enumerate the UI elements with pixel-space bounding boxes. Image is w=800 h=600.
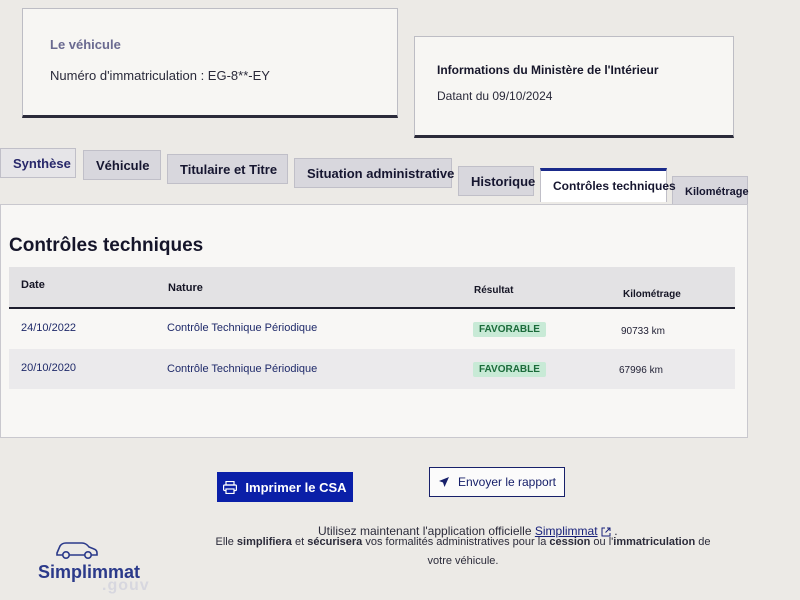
logo-gouv: .gouv xyxy=(102,577,150,594)
tab-historique[interactable]: Historique xyxy=(458,166,535,196)
send-arrow-icon xyxy=(438,477,449,487)
row-nature: Contrôle Technique Périodique xyxy=(167,363,318,375)
row-km: 67996 km xyxy=(619,365,663,376)
vehicle-info-card: Le véhicule Numéro d'immatriculation : E… xyxy=(22,8,398,118)
benefit-bold-cession: cession xyxy=(549,536,591,548)
benefit-bold-simplifiera: simplifiera xyxy=(236,536,292,548)
ministry-card-title: Informations du Ministère de l'Intérieur xyxy=(437,63,659,77)
inspections-table: Date Nature Résultat Kilométrage 24/10/2… xyxy=(9,267,735,389)
app-benefits-text: Elle simplifiera et sécurisera vos forma… xyxy=(208,533,718,571)
tab-situation-administrative[interactable]: Situation administrative xyxy=(294,158,454,188)
ministry-date: Datant du 09/10/2024 xyxy=(437,89,553,103)
column-header-nature: Nature xyxy=(168,282,203,294)
technical-inspections-panel: Contrôles techniques Date Nature Résulta… xyxy=(0,204,748,438)
tab-titulaire-titre[interactable]: Titulaire et Titre xyxy=(167,154,288,184)
benefit-text-part: vos formalités administratives pour la xyxy=(365,536,547,548)
table-row: 24/10/2022 Contrôle Technique Périodique… xyxy=(9,309,735,349)
print-csa-label: Imprimer le CSA xyxy=(245,479,347,495)
table-row: 20/10/2020 Contrôle Technique Périodique… xyxy=(9,349,735,389)
column-header-result: Résultat xyxy=(474,285,514,296)
tab-synthese[interactable]: Synthèse xyxy=(0,148,76,178)
tab-vehicule[interactable]: Véhicule xyxy=(83,150,161,180)
result-badge: FAVORABLE xyxy=(473,362,546,377)
result-badge: FAVORABLE xyxy=(473,322,546,337)
benefit-text-part: et xyxy=(295,536,305,548)
benefit-bold-immatriculation: immatriculation xyxy=(613,536,696,548)
print-csa-button[interactable]: Imprimer le CSA xyxy=(217,472,353,502)
row-nature: Contrôle Technique Périodique xyxy=(167,322,318,334)
simplimmat-logo: Simplimmat .gouv xyxy=(30,536,170,596)
panel-title: Contrôles techniques xyxy=(9,235,204,256)
row-date: 24/10/2022 xyxy=(21,322,77,334)
table-header: Date Nature Résultat Kilométrage xyxy=(9,267,735,309)
benefit-bold-securisera: sécurisera xyxy=(307,536,363,548)
send-report-button[interactable]: Envoyer le rapport xyxy=(429,467,565,497)
row-date: 20/10/2020 xyxy=(21,362,77,374)
benefit-text-part: Elle xyxy=(215,536,234,548)
printer-icon xyxy=(223,480,238,494)
registration-number: Numéro d'immatriculation : EG-8**-EY xyxy=(50,68,270,83)
row-km: 90733 km xyxy=(621,326,665,337)
tab-controles-techniques[interactable]: Contrôles techniques xyxy=(540,168,676,202)
column-header-km: Kilométrage xyxy=(623,289,681,300)
vehicle-card-title: Le véhicule xyxy=(50,37,121,52)
tab-bar: Synthèse Véhicule Titulaire et Titre Sit… xyxy=(0,148,760,206)
ministry-info-card: Informations du Ministère de l'Intérieur… xyxy=(414,36,734,138)
car-icon xyxy=(56,542,98,560)
tab-kilometrage[interactable]: Kilométrage xyxy=(672,176,749,206)
column-header-date: Date xyxy=(21,279,45,291)
send-report-label: Envoyer le rapport xyxy=(457,475,557,489)
benefit-text-part: ou l' xyxy=(593,536,614,548)
